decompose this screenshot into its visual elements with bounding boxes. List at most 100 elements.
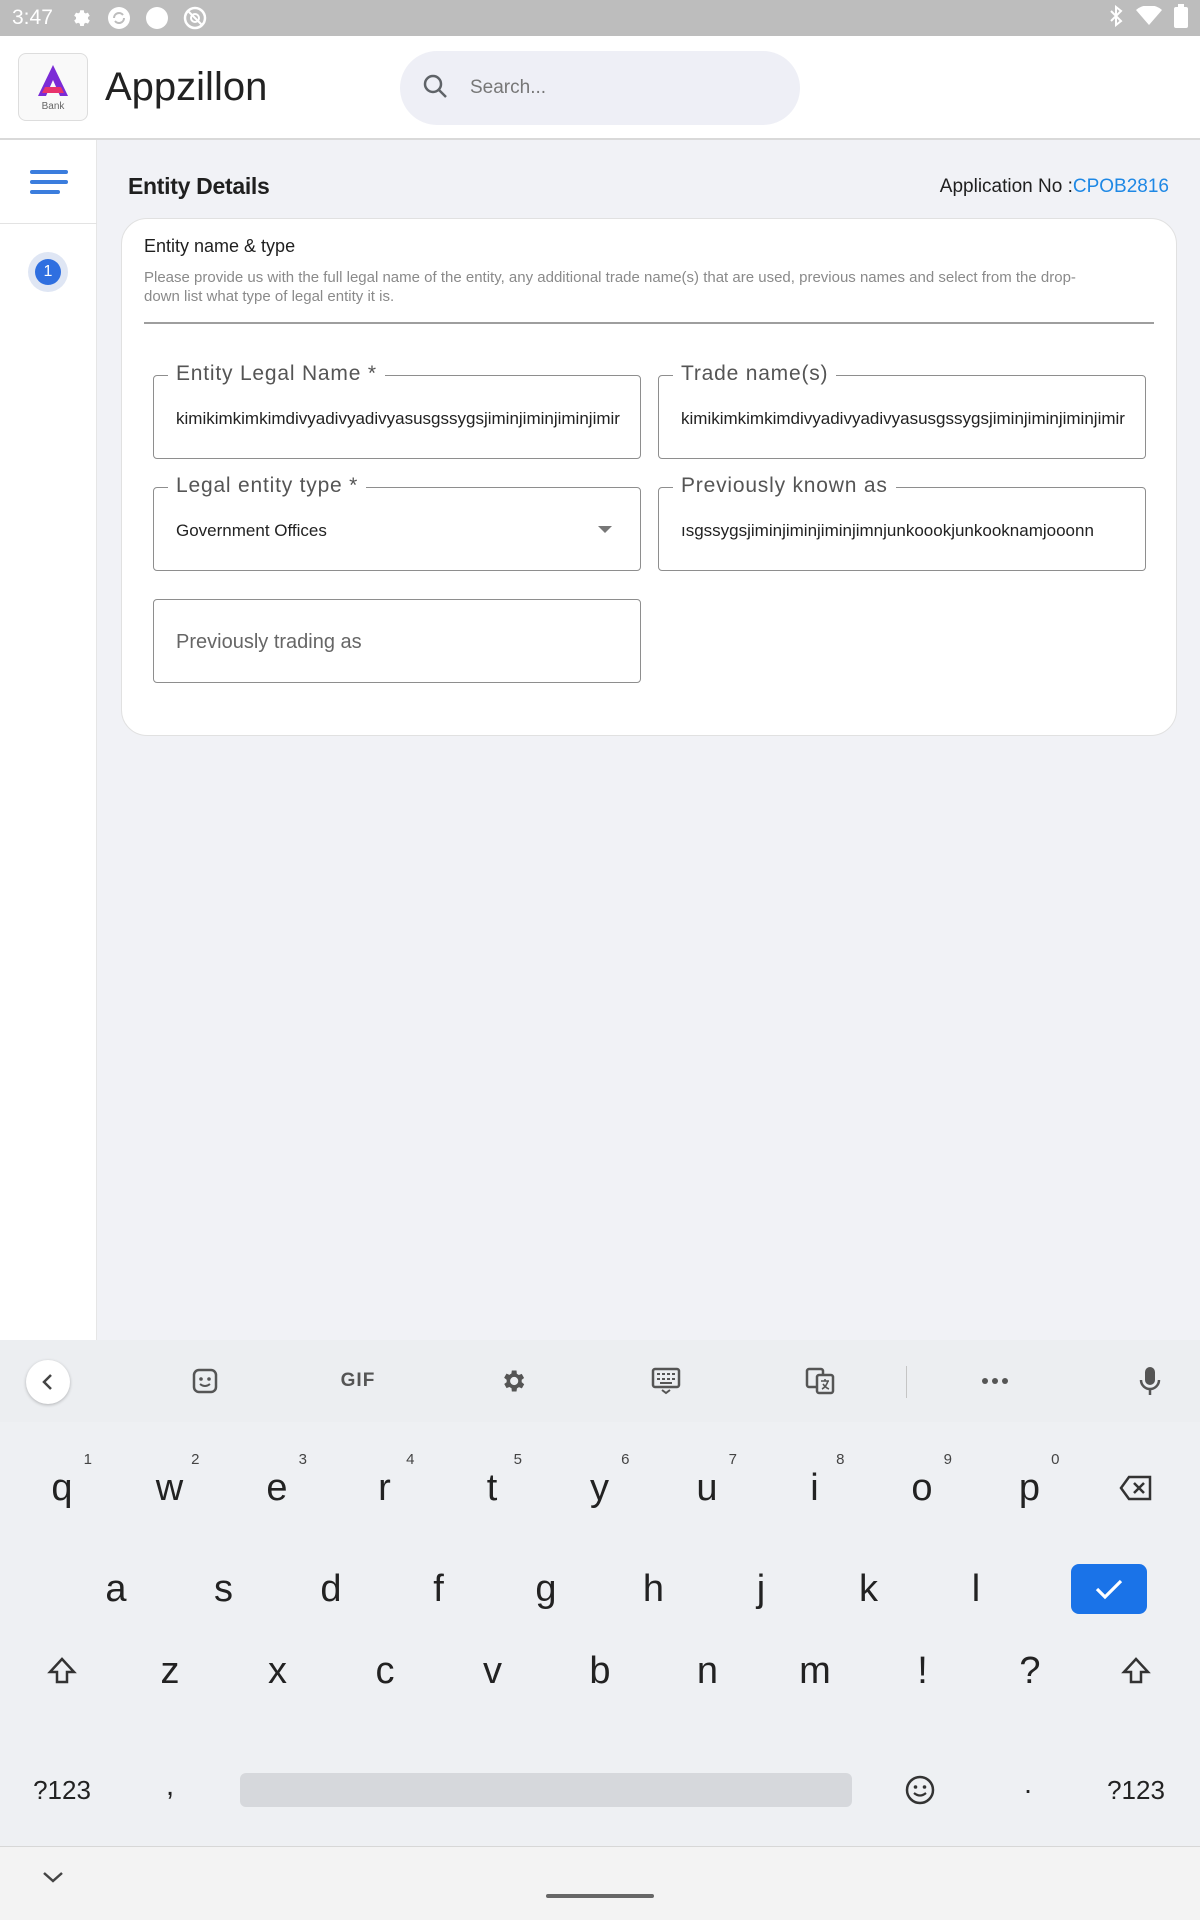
symbols-right-key[interactable]: ?123 bbox=[1086, 1746, 1186, 1834]
search-input[interactable]: Search... bbox=[470, 77, 546, 99]
previously-known-as-value[interactable]: ısgssygsjiminjiminjiminjimnjunkoookjunko… bbox=[681, 521, 1127, 541]
key-label: w bbox=[155, 1466, 184, 1509]
trade-names-label: Trade name(s) bbox=[673, 362, 837, 386]
entity-legal-name-value[interactable]: kimikimkimkimdivyadivyadivyasusgssygsjim… bbox=[176, 409, 622, 429]
entity-legal-name-label: Entity Legal Name * bbox=[168, 362, 385, 386]
more-options-icon[interactable] bbox=[975, 1363, 1015, 1399]
key-b[interactable]: b bbox=[550, 1627, 650, 1715]
key-u[interactable]: u7 bbox=[657, 1444, 757, 1532]
emoji-key[interactable] bbox=[870, 1746, 970, 1834]
enter-key[interactable] bbox=[1071, 1564, 1147, 1614]
key-label: t bbox=[486, 1466, 498, 1509]
keyboard-settings-icon[interactable] bbox=[493, 1363, 533, 1399]
navigation-bar bbox=[0, 1846, 1200, 1920]
key-e[interactable]: e3 bbox=[227, 1444, 327, 1532]
status-time: 3:47 bbox=[12, 6, 53, 29]
key-label: r bbox=[378, 1466, 391, 1509]
logo-a-icon bbox=[38, 65, 68, 96]
entity-legal-name-field[interactable]: Entity Legal Name * kimikimkimkimdivyadi… bbox=[153, 362, 641, 459]
gif-button[interactable]: GIF bbox=[333, 1363, 383, 1399]
microphone-icon[interactable] bbox=[1130, 1363, 1170, 1399]
key-n[interactable]: n bbox=[658, 1627, 758, 1715]
trade-names-value[interactable]: kimikimkimkimdivyadivyadivyasusgssygsjim… bbox=[681, 409, 1127, 429]
dropdown-arrow-icon[interactable] bbox=[598, 526, 612, 533]
key-label: x bbox=[268, 1649, 287, 1692]
shift-icon bbox=[47, 1657, 77, 1684]
previously-known-as-label: Previously known as bbox=[673, 474, 896, 498]
key-exclamation[interactable]: ! bbox=[873, 1627, 973, 1715]
entity-card: Entity name & type Please provide us wit… bbox=[121, 218, 1177, 736]
keyboard-back-button[interactable] bbox=[26, 1360, 70, 1404]
sync-status-icon bbox=[107, 6, 131, 30]
battery-icon bbox=[1174, 3, 1188, 33]
emoji-icon bbox=[905, 1775, 935, 1805]
key-number-hint: 3 bbox=[298, 1451, 307, 1468]
translate-icon[interactable] bbox=[800, 1363, 840, 1399]
key-x[interactable]: x bbox=[228, 1627, 328, 1715]
step-number: 1 bbox=[35, 259, 61, 285]
backspace-key[interactable] bbox=[1086, 1444, 1186, 1532]
step-indicator[interactable]: 1 bbox=[28, 252, 68, 292]
legal-entity-type-label: Legal entity type * bbox=[168, 474, 367, 498]
key-number-hint: 7 bbox=[728, 1451, 737, 1468]
shift-right-key[interactable] bbox=[1086, 1627, 1186, 1715]
key-label: j bbox=[756, 1567, 766, 1610]
key-a[interactable]: a bbox=[66, 1545, 166, 1633]
toolbar-separator bbox=[906, 1366, 907, 1398]
space-bar[interactable] bbox=[240, 1773, 852, 1807]
key-v[interactable]: v bbox=[443, 1627, 543, 1715]
key-f[interactable]: f bbox=[389, 1545, 489, 1633]
app-title: Appzillon bbox=[105, 64, 268, 109]
menu-button[interactable] bbox=[0, 140, 97, 224]
previously-known-as-field[interactable]: Previously known as ısgssygsjiminjiminji… bbox=[658, 474, 1146, 571]
search-bar[interactable]: Search... bbox=[400, 51, 800, 125]
bluetooth-icon bbox=[1108, 4, 1124, 32]
key-label: y bbox=[590, 1466, 609, 1509]
key-o[interactable]: o9 bbox=[872, 1444, 972, 1532]
sidebar: 1 bbox=[0, 140, 97, 1340]
legal-entity-type-value[interactable]: Government Offices bbox=[176, 521, 622, 541]
comma-key[interactable]: , bbox=[120, 1742, 220, 1830]
key-q[interactable]: q1 bbox=[12, 1444, 112, 1532]
key-label: q bbox=[51, 1466, 73, 1509]
key-h[interactable]: h bbox=[604, 1545, 704, 1633]
trade-names-field[interactable]: Trade name(s) kimikimkimkimdivyadivyadiv… bbox=[658, 362, 1146, 459]
period-key[interactable]: . bbox=[978, 1740, 1078, 1828]
key-d[interactable]: d bbox=[281, 1545, 381, 1633]
key-l[interactable]: l bbox=[926, 1545, 1026, 1633]
key-w[interactable]: w2 bbox=[120, 1444, 220, 1532]
hide-keyboard-button[interactable] bbox=[40, 1869, 66, 1890]
key-k[interactable]: k bbox=[819, 1545, 919, 1633]
key-number-hint: 9 bbox=[943, 1451, 952, 1468]
key-label: l bbox=[971, 1567, 981, 1610]
sticker-icon[interactable] bbox=[185, 1363, 225, 1399]
app-logo[interactable]: Bank bbox=[18, 53, 88, 121]
key-number-hint: 8 bbox=[836, 1451, 845, 1468]
key-m[interactable]: m bbox=[765, 1627, 865, 1715]
key-y[interactable]: y6 bbox=[550, 1444, 650, 1532]
shift-left-key[interactable] bbox=[12, 1627, 112, 1715]
key-r[interactable]: r4 bbox=[335, 1444, 435, 1532]
key-z[interactable]: z bbox=[120, 1627, 220, 1715]
key-question[interactable]: ? bbox=[980, 1627, 1080, 1715]
key-number-hint: 6 bbox=[621, 1451, 630, 1468]
keyboard-layout-icon[interactable] bbox=[646, 1363, 686, 1399]
key-j[interactable]: j bbox=[711, 1545, 811, 1633]
key-c[interactable]: c bbox=[335, 1627, 435, 1715]
key-g[interactable]: g bbox=[496, 1545, 596, 1633]
key-s[interactable]: s bbox=[174, 1545, 274, 1633]
key-p[interactable]: p0 bbox=[980, 1444, 1080, 1532]
keyboard-toolbar: GIF bbox=[0, 1340, 1200, 1422]
previously-trading-as-field[interactable]: Previously trading as bbox=[153, 599, 641, 683]
previously-trading-as-placeholder[interactable]: Previously trading as bbox=[176, 631, 362, 654]
key-t[interactable]: t5 bbox=[442, 1444, 542, 1532]
symbols-left-key[interactable]: ?123 bbox=[12, 1746, 112, 1834]
home-handle[interactable] bbox=[546, 1894, 654, 1898]
key-i[interactable]: i8 bbox=[765, 1444, 865, 1532]
key-label: v bbox=[483, 1649, 502, 1692]
key-label: z bbox=[160, 1649, 180, 1692]
key-number-hint: 0 bbox=[1051, 1451, 1060, 1468]
legal-entity-type-select[interactable]: Legal entity type * Government Offices bbox=[153, 474, 641, 571]
key-label: p bbox=[1018, 1466, 1041, 1509]
key-label: s bbox=[214, 1567, 233, 1610]
